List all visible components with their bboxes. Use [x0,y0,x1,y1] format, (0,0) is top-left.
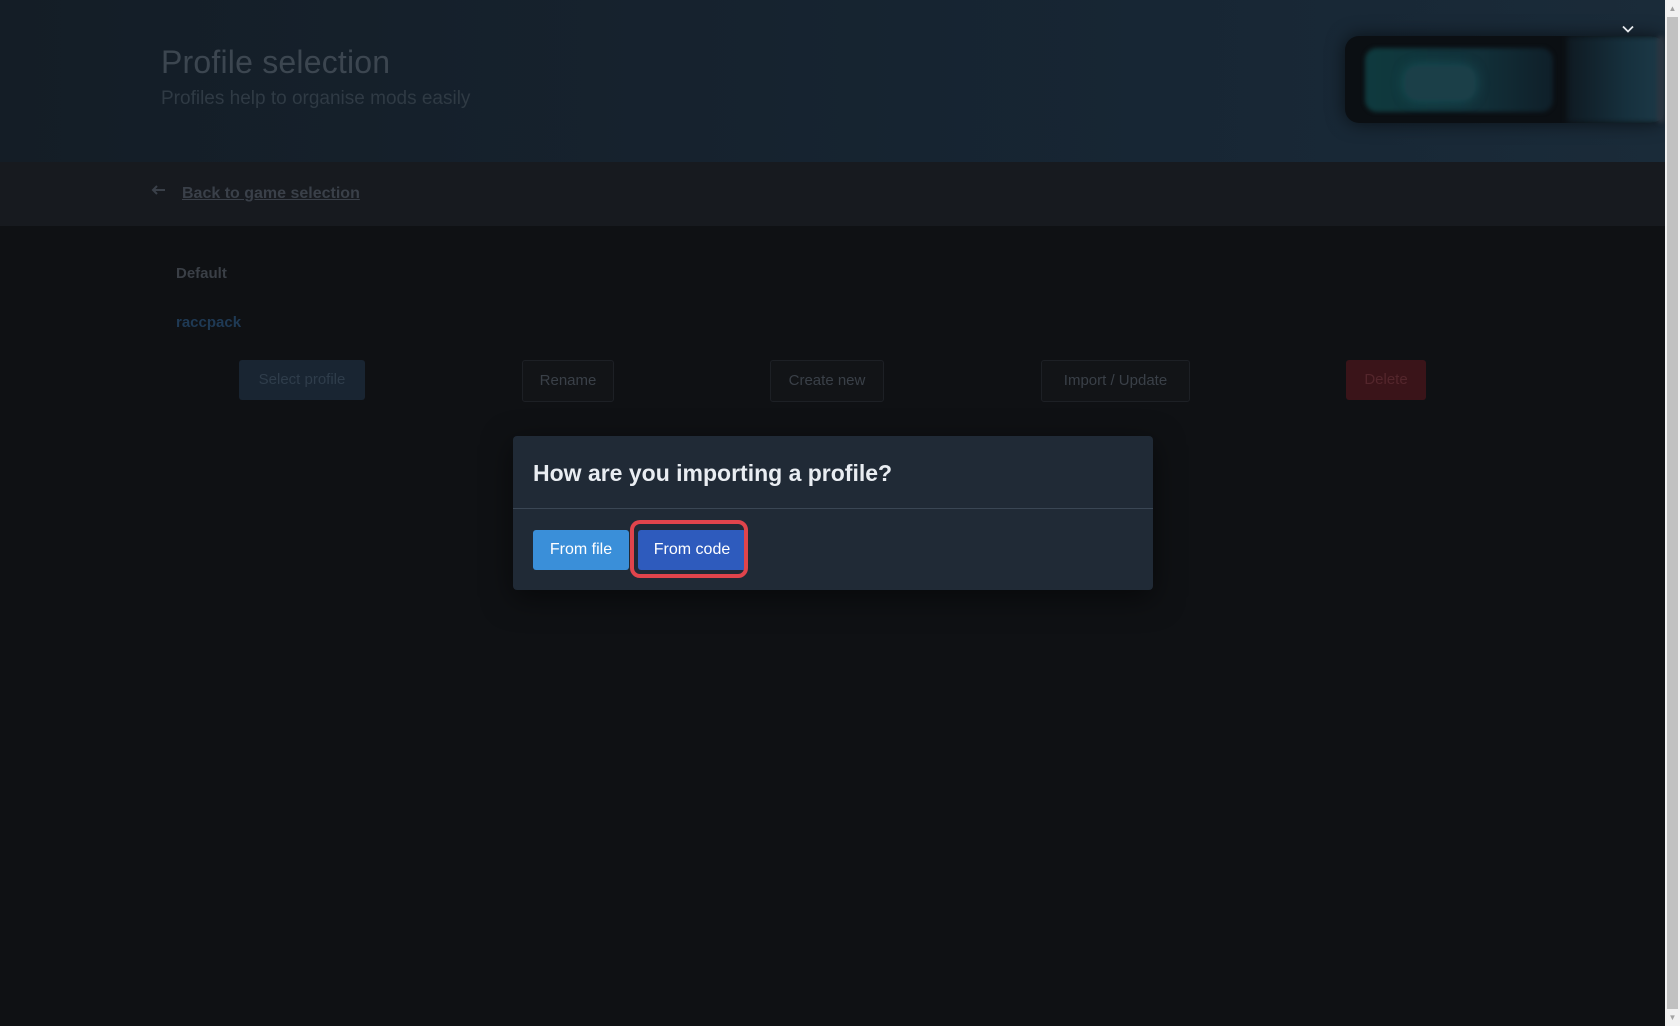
scroll-up-icon[interactable]: ▲ [1665,0,1680,17]
back-to-game-selection-link[interactable]: Back to game selection [182,185,360,203]
from-file-button[interactable]: From file [533,530,629,570]
decoration-pill [1405,66,1475,100]
from-code-button[interactable]: From code [638,530,746,570]
decoration-edge [1657,36,1665,123]
import-profile-modal: How are you importing a profile? From fi… [513,436,1153,590]
profile-item-raccpack[interactable]: raccpack [176,314,241,331]
profile-item-default[interactable]: Default [176,265,227,282]
rename-button[interactable]: Rename [522,360,614,402]
page: Profile selection Profiles help to organ… [0,0,1665,1026]
select-profile-button[interactable]: Select profile [239,360,365,400]
header-decoration [1345,36,1665,123]
chevron-down-icon[interactable] [1620,22,1636,38]
decoration-side [1567,36,1665,123]
delete-button[interactable]: Delete [1346,360,1426,400]
modal-title: How are you importing a profile? [533,460,893,486]
modal-header: How are you importing a profile? [513,436,1153,509]
page-title: Profile selection [161,44,391,80]
nav-bar: Back to game selection [0,162,1665,226]
arrow-left-icon[interactable] [151,182,167,203]
scroll-down-icon[interactable]: ▼ [1665,1009,1680,1026]
create-new-button[interactable]: Create new [770,360,884,402]
import-update-button[interactable]: Import / Update [1041,360,1190,402]
page-subtitle: Profiles help to organise mods easily [161,88,471,109]
scrollbar-thumb[interactable] [1667,17,1678,1009]
vertical-scrollbar[interactable]: ▲ ▼ [1665,0,1680,1026]
